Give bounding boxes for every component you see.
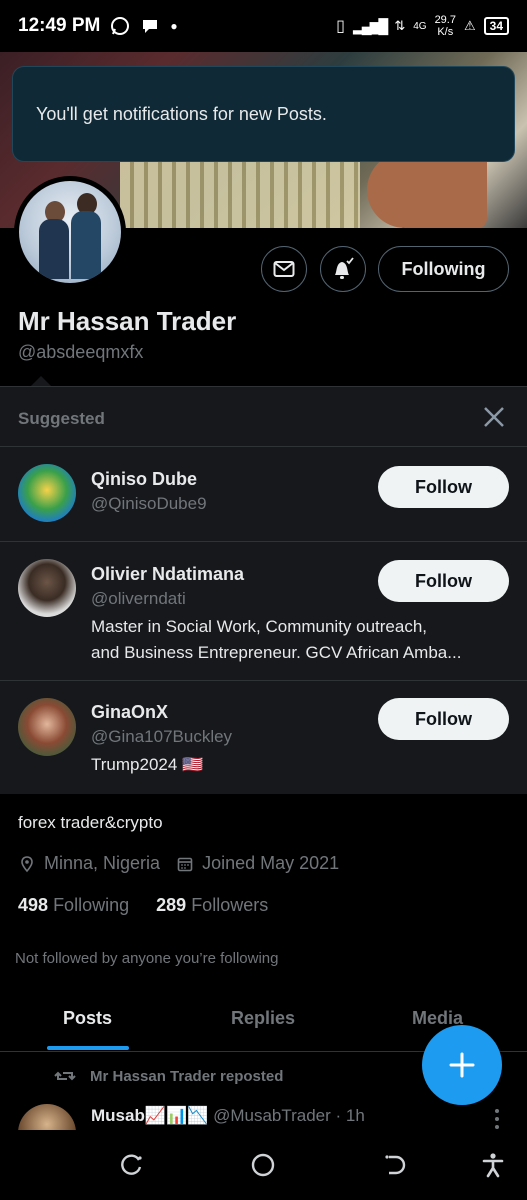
post-header[interactable]: Musab📈📊📉 @MusabTrader · 1h [91, 1106, 365, 1126]
avatar[interactable] [18, 698, 76, 756]
tab-posts[interactable]: Posts [63, 1008, 112, 1029]
post-author[interactable]: Musab📈📊📉 [91, 1106, 208, 1125]
suggested-user-name[interactable]: Olivier Ndatimana [91, 564, 244, 585]
whatsapp-icon [111, 17, 130, 35]
post-author-handle: @MusabTrader · 1h [213, 1106, 365, 1125]
avatar[interactable] [18, 464, 76, 522]
followers-count: 289 [156, 895, 187, 915]
envelope-icon [273, 261, 295, 277]
profile-location: Minna, Nigeria [44, 853, 161, 873]
chat-icon [143, 20, 158, 33]
plus-icon [449, 1052, 475, 1078]
suggested-user-bio: Master in Social Work, Community outreac… [91, 617, 428, 636]
suggested-user-name[interactable]: Qiniso Dube [91, 469, 197, 490]
repost-icon [54, 1071, 76, 1081]
toast-message: You'll get notifications for new Posts. [36, 103, 327, 124]
follow-button[interactable]: Follow [378, 466, 509, 508]
calendar-icon [177, 857, 193, 871]
profile-name: Mr Hassan Trader [18, 306, 237, 336]
repost-indicator: Mr Hassan Trader reposted [54, 1067, 283, 1085]
bell-check-icon [335, 257, 354, 279]
banner-hand [367, 152, 487, 228]
suggested-title: Suggested [18, 409, 105, 428]
active-tab-indicator [47, 1046, 129, 1050]
close-icon[interactable] [480, 403, 508, 431]
warning-icon: ⚠ [463, 18, 476, 33]
suggested-user-name[interactable]: GinaOnX [91, 702, 168, 723]
message-button[interactable] [261, 246, 307, 292]
profile-handle: @absdeeqmxfx [18, 342, 144, 362]
signal-icon: ▂▄▆█ [352, 17, 388, 34]
battery-indicator: 34 [483, 17, 509, 35]
follow-button[interactable]: Follow [378, 560, 509, 602]
repost-text: Mr Hassan Trader reposted [90, 1067, 284, 1085]
profile-meta: Minna, Nigeria Joined May 2021 [18, 853, 339, 874]
profile-joined: Joined May 2021 [202, 853, 340, 873]
suggested-user-bio: and Business Entrepreneur. GCV African A… [91, 643, 462, 662]
recents-icon[interactable] [119, 1152, 145, 1178]
accessibility-icon[interactable] [480, 1152, 506, 1178]
suggested-user-bio: Trump2024 🇺🇸 [91, 755, 204, 774]
tab-replies[interactable]: Replies [231, 1008, 295, 1029]
follow-counts: 498 Following 289 Followers [18, 895, 268, 916]
notification-toast: You'll get notifications for new Posts. [12, 66, 515, 162]
followers-link[interactable]: 289 Followers [156, 895, 268, 915]
suggested-user-handle: @oliverndati [91, 589, 186, 608]
vibrate-icon: ▯ [336, 18, 345, 35]
dot-icon: ● [170, 19, 178, 33]
suggested-user-handle: @Gina107Buckley [91, 727, 233, 746]
following-link[interactable]: 498 Following [18, 895, 129, 915]
follow-button[interactable]: Follow [378, 698, 509, 740]
home-icon[interactable] [250, 1152, 276, 1178]
following-count: 498 [18, 895, 49, 915]
profile-bio: forex trader&crypto [18, 813, 163, 832]
location-icon [21, 855, 33, 872]
status-bar: 12:49 PM ● ▯ ▂▄▆█ ⇅ 4G 29.7 K/s ⚠ 34 [0, 0, 527, 52]
back-icon[interactable] [383, 1152, 409, 1178]
following-button[interactable]: Following [378, 246, 509, 292]
not-followed-note: Not followed by anyone you’re following [15, 950, 279, 967]
net-speed: 29.7 [434, 14, 456, 26]
following-label: Following [53, 895, 130, 915]
followers-label: Followers [191, 895, 269, 915]
signal-4g: 4G [413, 20, 427, 32]
compose-post-button[interactable] [422, 1025, 502, 1105]
profile-avatar[interactable] [14, 176, 126, 288]
more-options-icon[interactable] [494, 1108, 500, 1130]
suggested-user-handle: @QinisoDube9 [91, 494, 207, 513]
avatar[interactable] [18, 559, 76, 617]
net-unit: K/s [437, 26, 454, 38]
notifications-button[interactable] [320, 246, 366, 292]
data-arrows-icon: ⇅ [394, 18, 406, 33]
status-time: 12:49 PM [18, 15, 101, 36]
